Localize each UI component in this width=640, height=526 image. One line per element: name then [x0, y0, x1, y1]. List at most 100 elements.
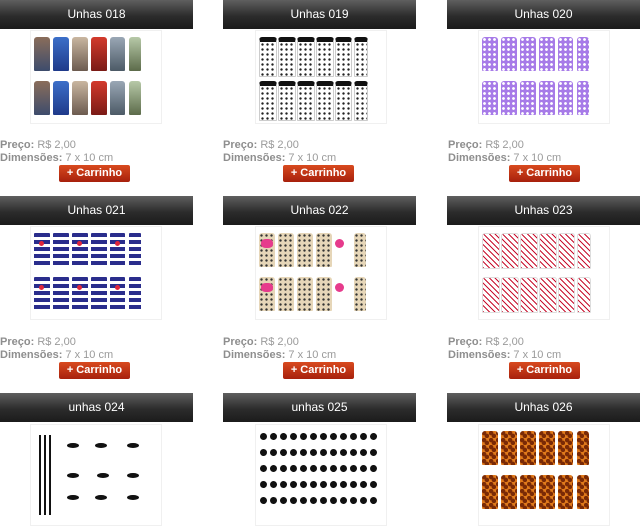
nail-sticker: [298, 431, 309, 442]
product-image[interactable]: [478, 226, 610, 320]
nail-sticker: [348, 463, 359, 474]
nail-sticker: [49, 435, 51, 515]
nail-sticker: [501, 277, 519, 313]
add-to-cart-button[interactable]: + Carrinho: [59, 165, 130, 182]
nail-sticker: [359, 464, 368, 473]
nail-sticker: [72, 233, 88, 267]
nail-sticker: [278, 277, 294, 311]
product-title[interactable]: Unhas 020: [447, 0, 640, 29]
nail-sticker: [539, 431, 555, 465]
nail-sticker: [339, 448, 348, 457]
nail-sticker: [577, 233, 591, 269]
price-line: Preço: R$ 2,00: [448, 335, 524, 349]
product-title[interactable]: unhas 025: [223, 393, 416, 422]
nail-sticker: [53, 37, 69, 71]
nail-sticker: [289, 496, 298, 505]
nail-sticker: [316, 81, 334, 121]
nail-sticker: [129, 37, 141, 71]
nail-sticker: [348, 495, 359, 506]
add-to-cart-button[interactable]: + Carrinho: [283, 362, 354, 379]
product-image[interactable]: [478, 30, 610, 124]
dimensions-value: 7 x 10 cm: [513, 349, 562, 361]
price-line: Preço: R$ 2,00: [223, 138, 299, 152]
nail-sticker: [558, 431, 573, 465]
dimensions-label: Dimensões:: [0, 349, 63, 361]
product-image[interactable]: [478, 424, 610, 526]
product-image[interactable]: [255, 30, 387, 124]
add-to-cart-button[interactable]: + Carrinho: [509, 165, 580, 182]
nail-sticker: [278, 479, 289, 490]
nail-sticker: [44, 435, 46, 515]
dimensions-value: 7 x 10 cm: [288, 349, 337, 361]
nail-sticker: [558, 277, 575, 313]
nail-sticker: [577, 277, 591, 313]
product-title[interactable]: Unhas 018: [0, 0, 193, 29]
product-title[interactable]: unhas 024: [0, 393, 193, 422]
price-label: Preço:: [0, 139, 35, 151]
product-card: Unhas 019: [223, 0, 416, 29]
dimensions-label: Dimensões:: [0, 152, 63, 164]
product-image[interactable]: [30, 424, 162, 526]
nail-sticker: [129, 277, 141, 311]
nail-sticker: [127, 473, 139, 478]
dimensions-label: Dimensões:: [223, 349, 286, 361]
product-image[interactable]: [255, 424, 387, 526]
nail-sticker: [577, 475, 589, 509]
product-title[interactable]: Unhas 026: [447, 393, 640, 422]
nail-sticker: [91, 233, 107, 267]
nail-sticker: [67, 495, 79, 500]
nail-sticker: [520, 37, 536, 71]
nail-sticker: [259, 464, 268, 473]
product-image[interactable]: [30, 226, 162, 320]
nail-sticker: [34, 277, 50, 311]
nail-sticker: [482, 431, 498, 465]
price-label: Preço:: [223, 336, 258, 348]
nail-sticker: [335, 283, 344, 292]
nail-sticker: [259, 277, 275, 311]
product-title[interactable]: Unhas 021: [0, 196, 193, 225]
product-image[interactable]: [30, 30, 162, 124]
nail-sticker: [368, 431, 379, 442]
nail-sticker: [110, 233, 125, 267]
nail-sticker: [539, 277, 557, 313]
nail-sticker: [482, 233, 500, 269]
price-value: R$ 2,00: [485, 139, 524, 151]
nail-sticker: [278, 463, 289, 474]
add-to-cart-button[interactable]: + Carrinho: [59, 362, 130, 379]
nail-sticker: [359, 432, 368, 441]
nail-sticker: [539, 233, 557, 269]
nail-sticker: [318, 479, 329, 490]
nail-sticker: [259, 448, 268, 457]
nail-sticker: [72, 81, 88, 115]
price-value: R$ 2,00: [260, 336, 299, 348]
nail-sticker: [289, 464, 298, 473]
nail-sticker: [368, 463, 379, 474]
product-card: Unhas 026: [447, 393, 640, 422]
nail-sticker: [328, 479, 339, 490]
nail-sticker: [359, 480, 368, 489]
nail-sticker: [91, 81, 107, 115]
nail-sticker: [520, 233, 538, 269]
product-title[interactable]: Unhas 019: [223, 0, 416, 29]
nail-sticker: [520, 277, 538, 313]
dimensions-line: Dimensões: 7 x 10 cm: [0, 348, 113, 362]
product-image[interactable]: [255, 226, 387, 320]
nail-sticker: [298, 447, 309, 458]
nail-sticker: [39, 435, 41, 515]
add-to-cart-button[interactable]: + Carrinho: [509, 362, 580, 379]
product-title[interactable]: Unhas 023: [447, 196, 640, 225]
product-card: Unhas 020: [447, 0, 640, 29]
dimensions-line: Dimensões: 7 x 10 cm: [0, 151, 113, 165]
nail-sticker: [539, 37, 555, 71]
nail-sticker: [259, 81, 277, 121]
nail-sticker: [501, 81, 517, 115]
add-to-cart-button[interactable]: + Carrinho: [283, 165, 354, 182]
nail-sticker: [368, 447, 379, 458]
product-title[interactable]: Unhas 022: [223, 196, 416, 225]
nail-sticker: [354, 37, 368, 77]
nail-sticker: [368, 495, 379, 506]
nail-sticker: [558, 81, 573, 115]
price-label: Preço:: [448, 336, 483, 348]
nail-sticker: [318, 431, 329, 442]
nail-sticker: [539, 475, 555, 509]
